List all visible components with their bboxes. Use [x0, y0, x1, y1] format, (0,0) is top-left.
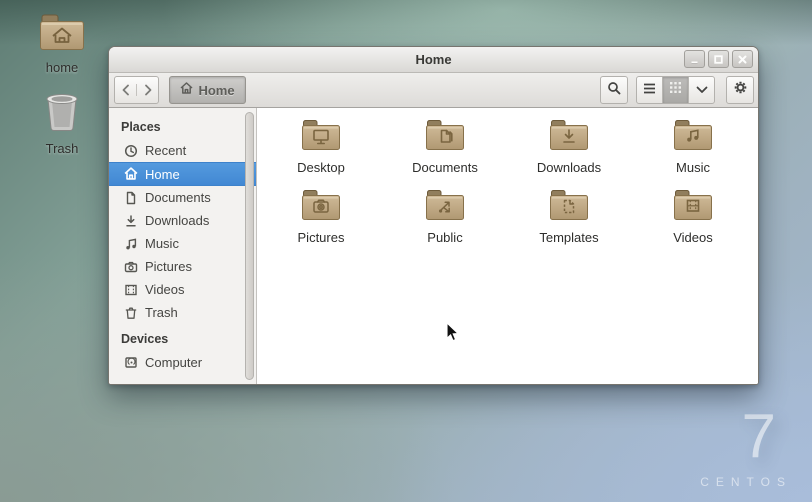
folder-icon: [673, 188, 713, 226]
search-button[interactable]: [600, 76, 628, 104]
desktop-icon-label: home: [45, 60, 79, 75]
film-icon: [124, 283, 138, 297]
folder-music[interactable]: Music: [638, 118, 748, 175]
home-folder-icon: [38, 14, 86, 56]
download-icon: [124, 214, 138, 228]
sidebar-item-trash[interactable]: Trash: [109, 301, 256, 324]
places-sidebar: Places Recent Home Documents Downloads M…: [109, 108, 257, 384]
folder-label: Documents: [412, 160, 478, 175]
list-view-button[interactable]: [637, 77, 662, 103]
folder-label: Templates: [539, 230, 599, 245]
toolbar: Home: [109, 73, 758, 108]
folder-label: Videos: [673, 230, 713, 245]
list-view-icon: [643, 81, 656, 99]
desktop-icon-trash[interactable]: Trash: [19, 91, 105, 156]
forward-button[interactable]: [136, 84, 158, 96]
close-button[interactable]: [732, 50, 753, 68]
sidebar-item-label: Recent: [145, 143, 187, 158]
folder-templates[interactable]: Templates: [514, 188, 624, 245]
sidebar-item-label: Pictures: [145, 259, 192, 274]
sidebar-item-label: Home: [145, 166, 180, 182]
document-icon: [124, 191, 138, 205]
nav-buttons: [114, 76, 159, 104]
folder-icon: [425, 118, 465, 156]
sidebar-item-label: Computer: [145, 355, 203, 370]
sidebar-item-label: Documents: [145, 190, 211, 205]
home-icon: [180, 81, 193, 99]
window-title: Home: [415, 52, 452, 67]
sidebar-item-label: Videos: [145, 282, 185, 297]
folder-view[interactable]: Desktop Documents Downloads Music Pictur…: [257, 108, 758, 384]
folder-icon: [425, 188, 465, 226]
titlebar[interactable]: Home: [109, 47, 758, 73]
files-window: Home Home Places Recent Home Documents D…: [108, 46, 759, 385]
camera-icon: [124, 260, 138, 274]
folder-downloads[interactable]: Downloads: [514, 118, 624, 175]
path-button-label: Home: [198, 82, 235, 98]
trash-icon: [40, 94, 84, 137]
sidebar-scrollbar[interactable]: [245, 112, 254, 380]
folder-label: Desktop: [297, 160, 345, 175]
sidebar-heading-devices: Devices: [121, 332, 169, 346]
folder-icon: [301, 118, 341, 156]
sidebar-item-label: Downloads: [145, 213, 210, 228]
sidebar-item-documents[interactable]: Documents: [109, 186, 256, 209]
folder-label: Public: [427, 230, 463, 245]
sidebar-item-label: Trash: [145, 305, 178, 320]
folder-label: Pictures: [297, 230, 345, 245]
sidebar-item-pictures[interactable]: Pictures: [109, 255, 256, 278]
grid-view-icon: [669, 81, 682, 99]
centos-watermark: 7 CENTOS: [592, 392, 812, 502]
sidebar-item-recent[interactable]: Recent: [109, 139, 256, 162]
folder-icon: [549, 118, 589, 156]
trash-icon: [124, 306, 138, 320]
gear-icon: [733, 80, 748, 100]
sidebar-item-home[interactable]: Home: [109, 162, 256, 186]
watermark-brand: CENTOS: [700, 475, 792, 489]
folder-documents[interactable]: Documents: [390, 118, 500, 175]
folder-videos[interactable]: Videos: [638, 188, 748, 245]
sidebar-item-videos[interactable]: Videos: [109, 278, 256, 301]
window-controls: [684, 50, 753, 68]
minimize-button[interactable]: [684, 50, 705, 68]
folder-icon: [673, 118, 713, 156]
desktop-icon-home[interactable]: home: [19, 12, 105, 75]
desktop-icon-label: Trash: [45, 141, 79, 156]
grid-view-button[interactable]: [662, 77, 688, 103]
sidebar-item-computer[interactable]: Computer: [109, 351, 256, 374]
music-note-icon: [124, 237, 138, 251]
maximize-button[interactable]: [708, 50, 729, 68]
sidebar-item-label: Music: [145, 236, 179, 251]
clock-icon: [124, 144, 138, 158]
chevron-down-icon: [696, 81, 708, 99]
folder-icon: [301, 188, 341, 226]
menu-button[interactable]: [726, 76, 754, 104]
view-switcher: [636, 76, 715, 104]
search-icon: [607, 81, 621, 100]
back-button[interactable]: [115, 84, 136, 96]
sidebar-heading-places: Places: [121, 120, 161, 134]
sidebar-item-music[interactable]: Music: [109, 232, 256, 255]
home-icon: [124, 167, 138, 181]
computer-icon: [124, 356, 138, 370]
folder-desktop[interactable]: Desktop: [266, 118, 376, 175]
sidebar-item-downloads[interactable]: Downloads: [109, 209, 256, 232]
folder-label: Music: [676, 160, 710, 175]
folder-pictures[interactable]: Pictures: [266, 188, 376, 245]
watermark-numeral: 7: [741, 402, 776, 471]
path-home-button[interactable]: Home: [169, 76, 246, 104]
view-options-button[interactable]: [688, 77, 714, 103]
folder-icon: [549, 188, 589, 226]
folder-label: Downloads: [536, 160, 602, 175]
folder-public[interactable]: Public: [390, 188, 500, 245]
